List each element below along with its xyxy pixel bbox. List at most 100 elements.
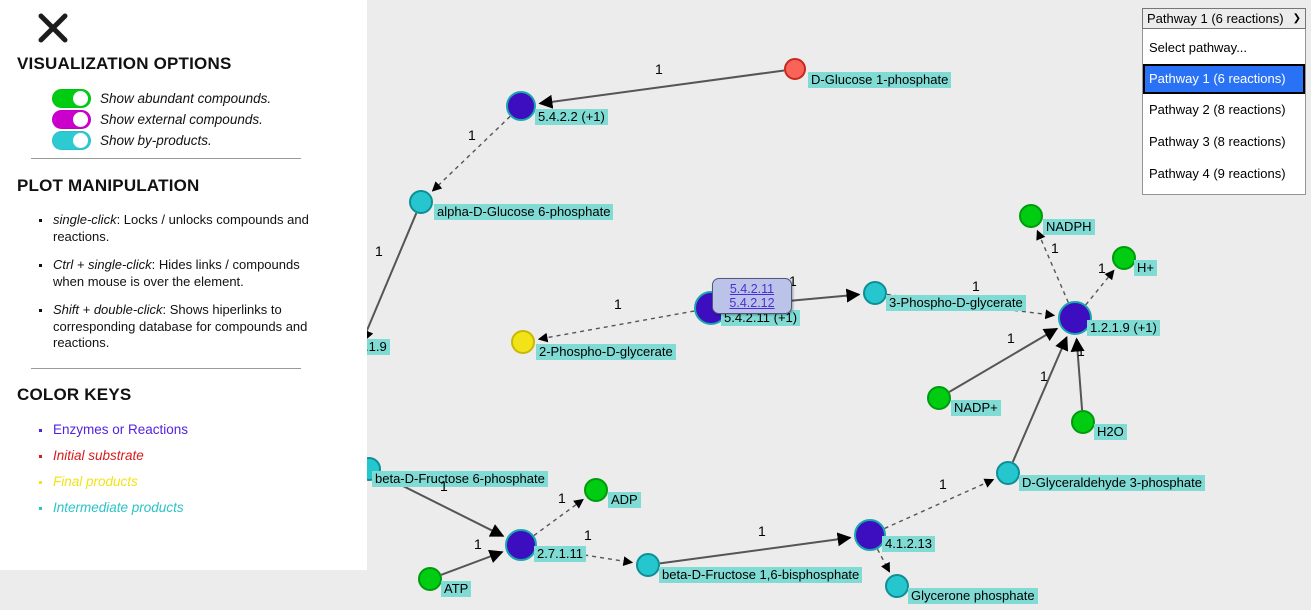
graph-node-label[interactable]: 3-Phospho-D-glycerate <box>886 295 1026 311</box>
graph-node-abundant[interactable] <box>1112 246 1136 270</box>
graph-node-label[interactable]: beta-D-Fructose 6-phosphate <box>372 471 548 487</box>
graph-node-label[interactable]: NADPH <box>1043 219 1095 235</box>
plot-manipulation-heading: PLOT MANIPULATION <box>17 176 200 195</box>
graph-node-label[interactable]: 4.1.2.13 <box>882 536 935 552</box>
toggle-knob <box>73 133 88 148</box>
color-key-item: Initial substrate <box>34 447 324 464</box>
plot-item-shortcut: Shift + double-click <box>53 302 163 317</box>
graph-edge-label: 1 <box>939 476 947 492</box>
graph-node-abundant[interactable] <box>584 478 608 502</box>
divider-1 <box>31 158 301 159</box>
graph-node-label[interactable]: D-Glyceraldehyde 3-phosphate <box>1019 475 1205 491</box>
plot-manipulation-item: single-click: Locks / unlocks compounds … <box>34 212 324 245</box>
tooltip-link-0[interactable]: 5.4.2.11 <box>730 282 774 296</box>
graph-node-label[interactable]: alpha-D-Glucose 6-phosphate <box>434 204 614 220</box>
graph-node-label[interactable]: 1.2.1.9 (+1) <box>1087 320 1160 336</box>
graph-edge[interactable] <box>659 532 852 565</box>
graph-edge-label: 1 <box>584 527 592 543</box>
graph-edge[interactable] <box>876 548 891 573</box>
visualization-options-heading: VISUALIZATION OPTIONS <box>17 54 232 73</box>
plot-manipulation-item: Ctrl + single-click: Hides links / compo… <box>34 257 324 290</box>
color-key-item: Enzymes or Reactions <box>34 421 324 438</box>
graph-edge-label: 1 <box>468 127 476 143</box>
toggle-row-external[interactable]: Show external compounds. <box>52 109 263 130</box>
graph-edge-label: 1 <box>614 296 622 312</box>
graph-edge-label: 1 <box>1040 368 1048 384</box>
color-keys-heading: COLOR KEYS <box>17 385 132 404</box>
graph-edge-label: 1 <box>1051 240 1059 256</box>
tooltip-link-1[interactable]: 5.4.2.12 <box>729 296 774 310</box>
graph-node-initial[interactable] <box>784 58 806 80</box>
toggle-show-by-products[interactable] <box>52 131 91 150</box>
app-root: D-Glucose 1-phosphate 5.4.2.2 (+1) alpha-D… <box>0 0 1311 610</box>
plot-manipulation-item: Shift + double-click: Shows hiperlinks t… <box>34 302 324 352</box>
close-sidebar-button[interactable] <box>36 8 70 46</box>
reaction-hyperlink-tooltip[interactable]: 5.4.2.11 5.4.2.12 <box>712 278 792 314</box>
graph-node-label[interactable]: ADP <box>608 492 641 508</box>
toggle-show-external-compounds[interactable] <box>52 110 91 129</box>
graph-edge[interactable] <box>360 212 418 344</box>
toggle-row-abundant[interactable]: Show abundant compounds. <box>52 88 271 109</box>
pathway-option[interactable]: Pathway 4 (9 reactions) <box>1143 158 1305 190</box>
graph-node-abundant[interactable] <box>1019 204 1043 228</box>
plot-manipulation-list: single-click: Locks / unlocks compounds … <box>34 212 324 364</box>
pathway-options-list[interactable]: Select pathway... Pathway 1 (6 reactions)… <box>1142 29 1306 195</box>
graph-node-label[interactable]: H2O <box>1094 424 1127 440</box>
graph-node-intermediate[interactable] <box>996 461 1020 485</box>
graph-node-label[interactable]: 2-Phospho-D-glycerate <box>536 344 676 360</box>
toggle-row-byproducts[interactable]: Show by-products. <box>52 130 212 151</box>
graph-node-label[interactable]: D-Glucose 1-phosphate <box>808 72 952 88</box>
pathway-select-button[interactable]: Pathway 1 (6 reactions) ❯ <box>1142 8 1306 29</box>
graph-edge-label: 1 <box>1007 330 1015 346</box>
toggle-label-external: Show external compounds. <box>100 112 263 127</box>
graph-node-reaction[interactable] <box>505 529 537 561</box>
graph-node-reaction[interactable] <box>506 91 536 121</box>
graph-edge-label: 1 <box>1098 260 1106 276</box>
graph-edge-label: 1 <box>655 61 663 77</box>
graph-node-reaction[interactable] <box>854 519 886 551</box>
pathway-option[interactable]: Select pathway... <box>1143 32 1305 64</box>
graph-edge-label: 1 <box>440 478 448 494</box>
color-key-item: Intermediate products <box>34 499 324 516</box>
chevron-down-icon: ❯ <box>1292 13 1301 24</box>
close-icon <box>38 13 68 43</box>
pathway-selector[interactable]: Pathway 1 (6 reactions) ❯ Select pathway… <box>1142 8 1306 195</box>
pathway-option[interactable]: Pathway 1 (6 reactions) <box>1143 64 1305 94</box>
toggle-knob <box>73 91 88 106</box>
graph-node-intermediate[interactable] <box>636 553 660 577</box>
graph-node-label[interactable]: H+ <box>1134 260 1157 276</box>
pathway-option[interactable]: Pathway 3 (8 reactions) <box>1143 126 1305 158</box>
pathway-select-value: Pathway 1 (6 reactions) <box>1147 11 1284 26</box>
graph-edge[interactable] <box>1011 335 1069 463</box>
graph-node-intermediate[interactable] <box>885 574 909 598</box>
graph-edge-label: 1 <box>758 523 766 539</box>
toggle-label-byproducts: Show by-products. <box>100 133 212 148</box>
graph-node-label[interactable]: ATP <box>441 581 472 597</box>
graph-edge[interactable] <box>537 310 695 343</box>
pathway-option[interactable]: Pathway 2 (8 reactions) <box>1143 94 1305 126</box>
graph-node-intermediate[interactable] <box>863 281 887 305</box>
divider-2 <box>31 368 301 369</box>
toggle-label-abundant: Show abundant compounds. <box>100 91 272 106</box>
color-key-item: Final products <box>34 473 324 490</box>
graph-edge-label: 1 <box>474 536 482 552</box>
graph-node-label[interactable]: Glycerone phosphate <box>908 588 1038 604</box>
graph-node-abundant[interactable] <box>927 386 951 410</box>
graph-node-label[interactable]: NADP+ <box>951 400 1001 416</box>
graph-edge-label: 1 <box>972 278 980 294</box>
graph-node-abundant[interactable] <box>418 567 442 591</box>
graph-node-label[interactable]: beta-D-Fructose 1,6-bisphosphate <box>659 567 863 583</box>
options-sidebar: VISUALIZATION OPTIONS Show abundant comp… <box>0 0 367 570</box>
graph-edge-label: 1 <box>558 490 566 506</box>
graph-node-abundant[interactable] <box>1071 410 1095 434</box>
plot-item-shortcut: Ctrl + single-click <box>53 257 152 272</box>
toggle-show-abundant-compounds[interactable] <box>52 89 91 108</box>
graph-node-final[interactable] <box>511 330 535 354</box>
graph-node-label[interactable]: 2.7.1.11 <box>534 546 587 562</box>
plot-item-shortcut: single-click <box>53 212 117 227</box>
graph-node-label[interactable]: 5.4.2.2 (+1) <box>535 109 608 125</box>
graph-node-intermediate[interactable] <box>409 190 433 214</box>
graph-edge-label: 1 <box>1077 343 1085 359</box>
graph-edge[interactable] <box>440 549 504 576</box>
graph-edge-label: 1 <box>375 243 383 259</box>
